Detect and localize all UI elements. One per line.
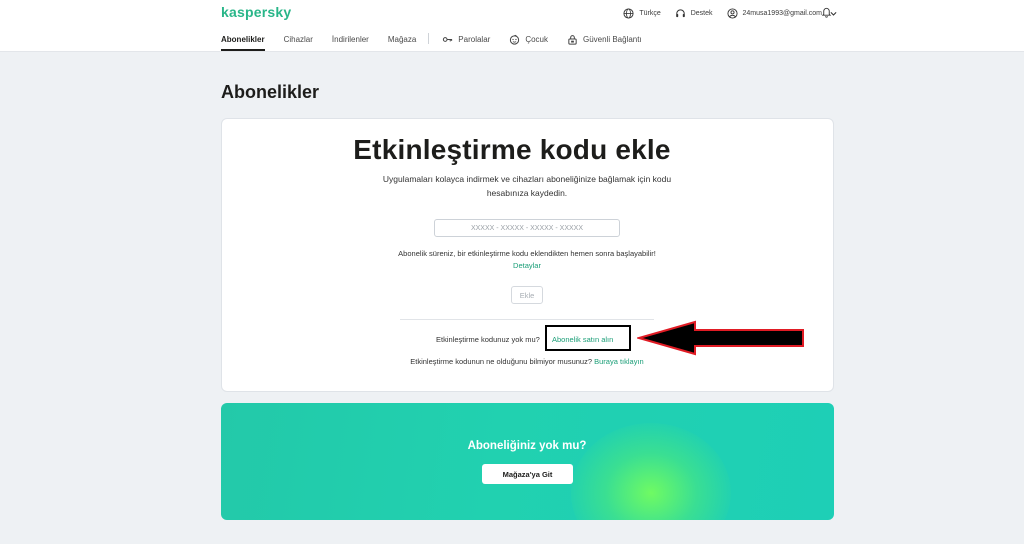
nav-divider xyxy=(428,33,430,44)
go-to-store-button[interactable]: Mağaza'ya Git xyxy=(482,464,573,484)
what-is-code-text: Etkinleştirme kodunun ne olduğunu bilmiy… xyxy=(410,357,593,366)
account-email: 24musa1993@gmail.com xyxy=(742,9,822,17)
user-circle-icon xyxy=(726,7,738,19)
card-subtitle: Uygulamaları kolayca indirmek ve cihazla… xyxy=(382,174,672,198)
card-title: Etkinleştirme kodu ekle xyxy=(353,134,671,165)
key-icon xyxy=(443,36,453,42)
no-code-text: Etkinleştirme kodunuz yok mu? xyxy=(436,335,540,344)
nav-devices-label: Cihazlar xyxy=(283,34,313,44)
top-right-menu: Türkçe Destek 24musa1993@gmail.com xyxy=(623,6,838,20)
add-button[interactable]: Ekle xyxy=(511,286,543,304)
support-label: Destek xyxy=(690,9,713,17)
activation-info: Abonelik süreniz, bir etkinleştirme kodu… xyxy=(387,248,667,272)
support-link[interactable]: Destek xyxy=(675,8,713,19)
click-here-link[interactable]: Buraya tıklayın xyxy=(594,357,644,366)
nav-secure-connection-label: Güvenli Bağlantı xyxy=(583,34,642,44)
page-title: Abonelikler xyxy=(221,82,320,102)
annotation-arrow xyxy=(637,320,804,356)
nav-devices[interactable]: Cihazlar xyxy=(284,33,313,45)
bell-icon[interactable] xyxy=(821,6,832,18)
kaspersky-logo[interactable]: kaspersky xyxy=(221,4,291,20)
details-link[interactable]: Detaylar xyxy=(513,261,541,270)
nav-store-label: Mağaza xyxy=(387,34,417,44)
globe-icon xyxy=(623,7,634,19)
nav-downloads-label: İndirilenler xyxy=(331,34,369,44)
top-bar: kaspersky Türkçe Destek 24musa1993@gmail… xyxy=(0,0,1024,52)
child-face-icon xyxy=(510,34,520,45)
nav-passwords-label: Parolalar xyxy=(458,34,491,44)
nav-passwords[interactable]: Parolalar xyxy=(442,33,490,45)
main-nav: Abonelikler Cihazlar İndirilenler Mağaza… xyxy=(221,33,661,52)
language-label: Türkçe xyxy=(639,9,661,17)
nav-kids-label: Çocuk xyxy=(525,34,548,44)
nav-downloads[interactable]: İndirilenler xyxy=(332,33,369,45)
activation-code-input[interactable] xyxy=(434,219,620,237)
nav-store[interactable]: Mağaza xyxy=(388,33,416,45)
buy-subscription-link[interactable]: Abonelik satın alın xyxy=(552,335,613,344)
banner-title: Aboneliğiniz yok mu? xyxy=(467,440,587,452)
banner-glow xyxy=(571,423,731,520)
promo-banner xyxy=(221,403,834,520)
nav-subscriptions-label: Abonelikler xyxy=(221,34,265,44)
what-is-code: Etkinleştirme kodunun ne olduğunu bilmiy… xyxy=(400,356,654,368)
headset-icon xyxy=(675,8,685,17)
nav-subscriptions[interactable]: Abonelikler xyxy=(221,33,265,51)
language-selector[interactable]: Türkçe xyxy=(623,7,661,19)
nav-secure-connection[interactable]: Güvenli Bağlantı xyxy=(567,33,642,45)
card-divider xyxy=(400,319,654,320)
lock-icon xyxy=(568,34,577,45)
nav-kids[interactable]: Çocuk xyxy=(509,33,548,45)
activation-info-text: Abonelik süreniz, bir etkinleştirme kodu… xyxy=(398,249,656,258)
